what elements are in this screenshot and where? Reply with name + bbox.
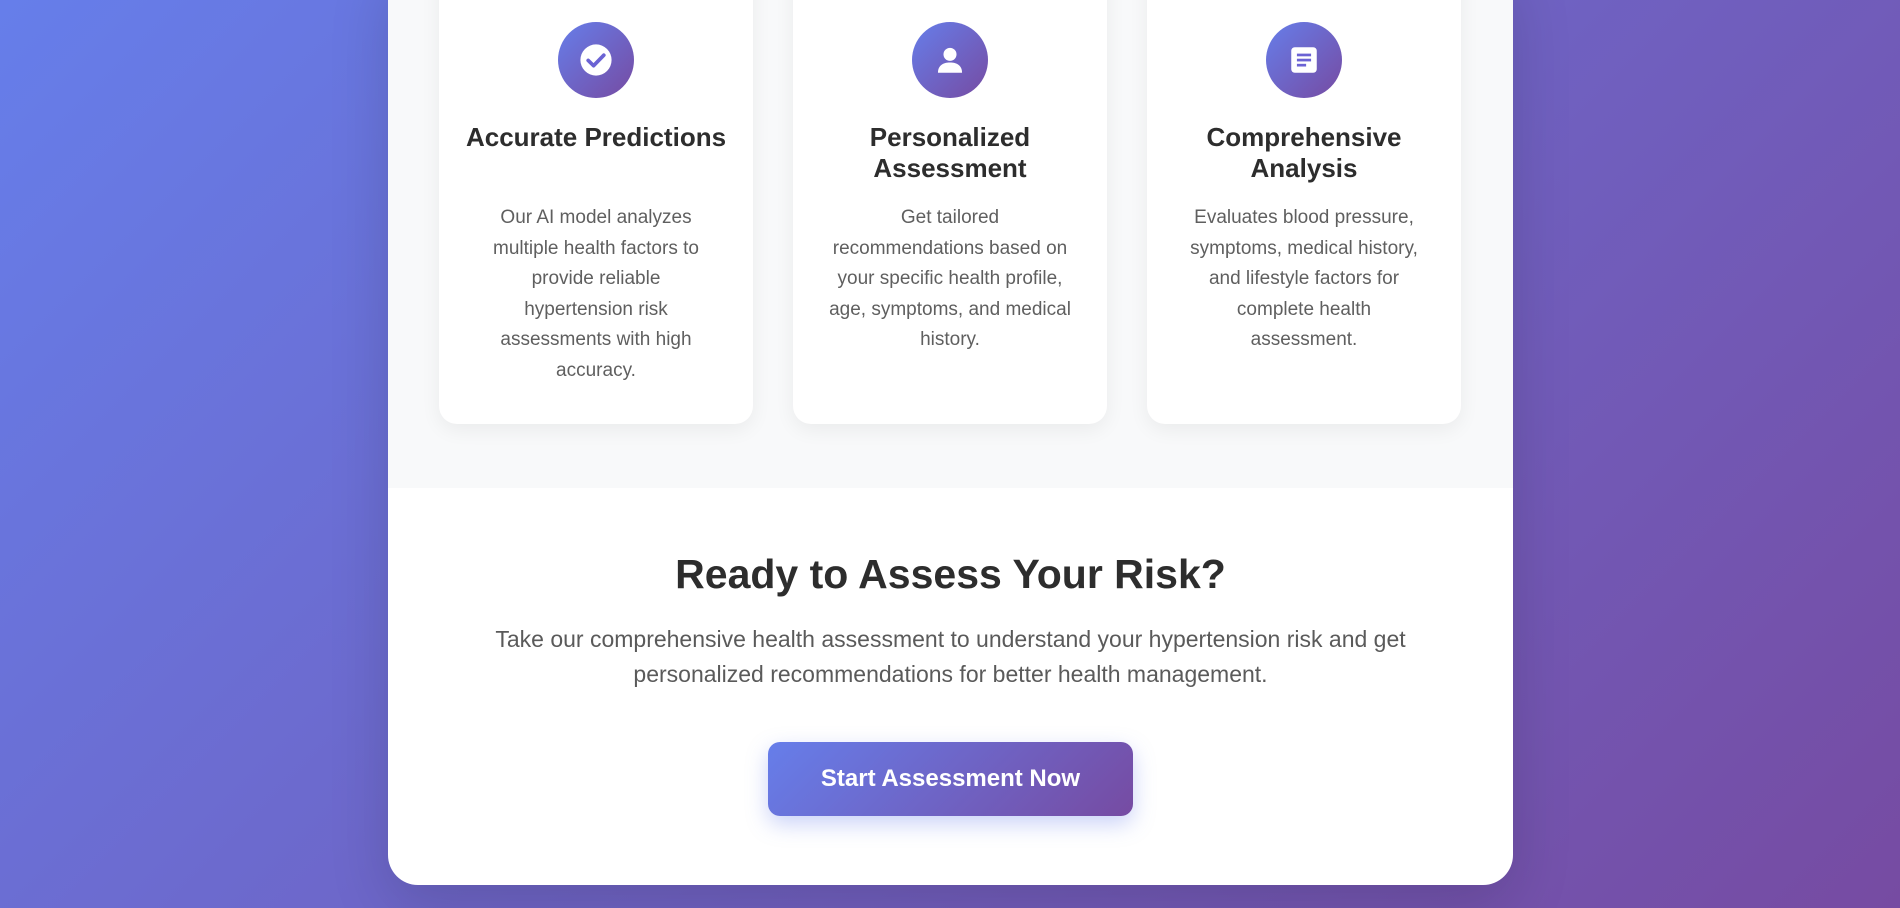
- features-section: Accurate Predictions Our AI model analyz…: [388, 0, 1513, 488]
- feature-card-description: Our AI model analyzes multiple health fa…: [493, 207, 699, 381]
- feature-card-title: Personalized Assessment: [869, 122, 1031, 183]
- feature-card-description: Evaluates blood pressure, symptoms, medi…: [1190, 207, 1418, 350]
- user-icon: [912, 22, 988, 98]
- feature-card-personalized-assessment: Personalized Assessment Get tailored rec…: [793, 0, 1107, 424]
- cta-description: Take our comprehensive health assessment…: [495, 626, 1406, 687]
- feature-card-comprehensive-analysis: Comprehensive Analysis Evaluates blood p…: [1147, 0, 1461, 424]
- main-container: Accurate Predictions Our AI model analyz…: [388, 0, 1513, 885]
- start-assessment-button[interactable]: Start Assessment Now: [768, 742, 1133, 816]
- feature-card-title: Comprehensive Analysis: [1206, 122, 1402, 183]
- cta-section: Ready to Assess Your Risk? Take our comp…: [388, 488, 1513, 885]
- cta-title: Ready to Assess Your Risk?: [675, 551, 1226, 597]
- feature-card-accurate-predictions: Accurate Predictions Our AI model analyz…: [439, 0, 753, 424]
- document-icon: [1266, 22, 1342, 98]
- feature-card-title: Accurate Predictions: [465, 122, 727, 152]
- feature-card-description: Get tailored recommendations based on yo…: [829, 207, 1071, 350]
- check-circle-icon: [558, 22, 634, 98]
